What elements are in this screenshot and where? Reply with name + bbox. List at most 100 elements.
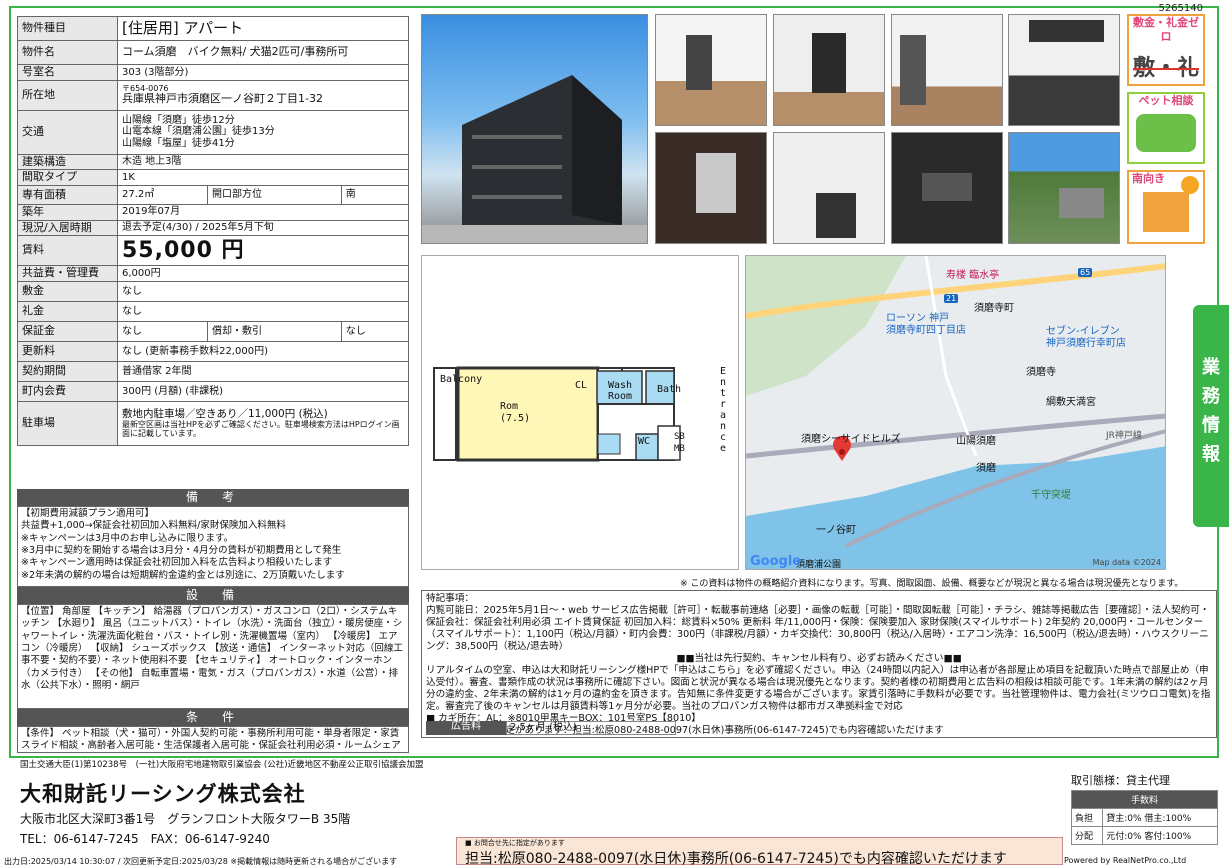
room-photo-3 [891, 14, 1003, 126]
property-code: 5265140 [1158, 3, 1203, 14]
caution-note: ※ この資料は物件の概略紹介資料になります。写真、間取図面、設備、概要などが現況… [680, 579, 1184, 589]
map-copyright: Map data ©2024 [1092, 558, 1161, 567]
rent-label: 賃料 [17, 235, 118, 267]
company-address: 大阪市北区大深町3番1号 グランフロント大阪タワーB 35階 [20, 812, 351, 826]
rei-label: 礼金 [17, 300, 118, 322]
transaction-type: 取引態様：貸主代理 手数料 負担 貸主:0% 借主:100% 分配 元付:0% 客付… [1070, 772, 1218, 845]
shokyaku-value: なし [340, 320, 410, 342]
map-label: ローソン 神戸 須磨寺町四丁目店 [886, 313, 966, 337]
transit-1: 山陽線「須磨」徒歩12分 [122, 114, 235, 126]
contact-small: ■ お問合せ先に指定があります [465, 839, 565, 847]
room-photo-1 [655, 14, 767, 126]
wash-photo [773, 132, 885, 244]
room-label: Rom [500, 401, 519, 412]
addr-value: 兵庫県神戸市須磨区一ノ谷町２丁目1-32 [122, 92, 323, 106]
rent-value: 55,000 円 [117, 235, 409, 267]
ad-fee-label: 広告料 [426, 720, 506, 735]
tab-char: 情 [1202, 415, 1220, 436]
map-label: 山陽須磨 [956, 436, 996, 447]
cond-body: 【条件】 ペット相談（犬・猫可）・外国人契約可能・事務所利用可能・単身者限定・家… [17, 726, 409, 753]
room-value: 303 (3階部分) [117, 64, 409, 81]
notes-line: リアルタイムの空室、申込は大和財託リーシング様HPで「申込はこちら」を必ず確認く… [426, 664, 1211, 712]
company-block: 国土交通大臣(1)第10238号 (一社)大阪府宅地建物取引業協会 (公社)近畿… [20, 760, 424, 847]
status-label: 現況/入居時期 [17, 219, 118, 237]
tab-char: 業 [1202, 357, 1220, 378]
mb-label: MB [674, 444, 685, 454]
map-label: 須磨 [976, 463, 996, 474]
cond-title: 条 件 [17, 709, 409, 726]
license: 国土交通大臣(1)第10238号 (一社)大阪府宅地建物取引業協会 (公社)近畿… [20, 760, 424, 770]
map-label: 一ノ谷町 [816, 525, 856, 536]
bath-label: Bath [657, 384, 682, 395]
fee-row-label: 負担 [1070, 808, 1104, 827]
map-label: 寿楼 臨水亭 [946, 270, 1000, 281]
room-label: 号室名 [17, 64, 118, 81]
parking-value: 敷地内駐車場／空きあり／11,000円 (税込) [122, 407, 328, 420]
wash-label-2: Room [608, 391, 633, 402]
shiki-value: なし [117, 280, 409, 302]
map-label-a: ローソン 神戸 [886, 313, 950, 324]
layout-label: 間取タイプ [17, 169, 118, 186]
name-value: コーム須磨 バイク無料/ 犬猫2匹可/事務所可 [117, 40, 409, 65]
route-badge: 21 [944, 294, 959, 303]
transaction-title: 取引態様：貸主代理 [1071, 774, 1170, 787]
wc-label: WC [638, 436, 651, 447]
addr-label: 所在地 [17, 79, 118, 111]
mgmt-value: 6,000円 [117, 265, 409, 282]
building-photo [421, 14, 648, 244]
room-size: (7.5) [500, 413, 531, 424]
dir-value: 南 [340, 184, 410, 205]
contact-bar: ■ お問合せ先に指定があります 担当:松原080-2488-0097(水日休)事… [456, 837, 1063, 867]
house-icon [1143, 192, 1189, 232]
shokyaku-label: 償却・敷引 [207, 320, 342, 342]
powered-by: Powered by RealNetPro.co.,Ltd [1064, 856, 1187, 865]
cl-label: CL [575, 380, 588, 391]
business-info-tab[interactable]: 業 務 情 報 [1193, 305, 1229, 527]
contact-big: 担当:松原080-2488-0097(水日休)事務所(06-6147-7245)… [465, 851, 1007, 867]
fee-row-value: 貸主:0% 借主:100% [1102, 808, 1218, 827]
contract-value: 普通借家 2年間 [117, 360, 409, 382]
contract-label: 契約期間 [17, 360, 118, 382]
remark-line: ※3月中に契約を開始する場合は3月分・4月分の賃料が初期費用として発生 [21, 545, 342, 557]
map-label: 須磨シーサイドヒルズ [801, 434, 901, 445]
pet-icon [1136, 114, 1196, 152]
wash-label: Wash Room [608, 380, 632, 402]
struct-label: 建築構造 [17, 153, 118, 171]
transit-2: 山電本線「須磨浦公園」徒歩13分 [122, 126, 275, 138]
map-label: セブン-イレブン 神戸須磨行幸町店 [1046, 326, 1126, 350]
hosho-label: 保証金 [17, 320, 118, 342]
entrance-label: Entrance [720, 366, 727, 454]
shiki-label: 敷金 [17, 280, 118, 302]
map-drawing [746, 256, 1165, 569]
tab-char: 報 [1202, 444, 1220, 465]
pet-text: ペット相談 [1138, 94, 1194, 107]
notes-line: ■■当社は先行契約、キャンセル料有り、必ずお読みください■■ [676, 652, 962, 664]
type-label: 物件種目 [17, 16, 118, 41]
pet-badge: ペット相談 [1127, 92, 1205, 164]
output-date: 出力日:2025/03/14 10:30:07 / 次回更新予定日:2025/0… [4, 857, 398, 866]
remark-line: 共益費+1,000→保証会社初回加入料無料/家財保険加入料無料 [21, 520, 286, 532]
map-label: 綱敷天満宮 [1046, 397, 1096, 408]
parking-note: 最新空区画は当社HPを必ずご確認ください。駐車場検索方法はHPログイン画面に記載… [122, 419, 400, 439]
town-value: 300円 (月額) (非課税) [117, 380, 409, 402]
map-label: JR神戸線 [1106, 431, 1142, 441]
company-name: 大和財託リーシング株式会社 [20, 782, 306, 806]
no-deposit-badge: 敷金・礼金ゼロ 敷・礼 [1127, 14, 1205, 86]
remark-line: 【初期費用減額プラン適用可】 [21, 508, 155, 519]
hosho-value: なし [117, 320, 208, 342]
sb-label: SB [674, 432, 685, 442]
fee-row-value: 元付:0% 客付:100% [1102, 826, 1218, 845]
tab-char: 務 [1202, 386, 1220, 407]
remark-line: ※2年未満の解約の場合は短期解約金違約金とは別途に、2万頂戴いたします [21, 569, 345, 581]
name-label: 物件名 [17, 40, 118, 65]
map[interactable]: 寿楼 臨水亭 須磨寺町 ローソン 神戸 須磨寺町四丁目店 セブン-イレブン 神戸須磨… [745, 255, 1166, 570]
transit-label: 交通 [17, 109, 118, 155]
remarks-section: 備 考 【初期費用減額プラン適用可】 共益費+1,000→保証会社初回加入料無料… [17, 489, 409, 753]
building-illustration [422, 75, 647, 243]
ad-fee-row: 広告料 2.5ヶ月 (税込) [426, 720, 676, 735]
renew-value: なし (更新事務手数料22,000円) [117, 340, 409, 362]
type-value: [住居用] アパート [117, 16, 409, 41]
kitchen-photo [1008, 14, 1120, 126]
wash-label-1: Wash [608, 380, 633, 391]
parking-label: 駐車場 [17, 400, 118, 446]
